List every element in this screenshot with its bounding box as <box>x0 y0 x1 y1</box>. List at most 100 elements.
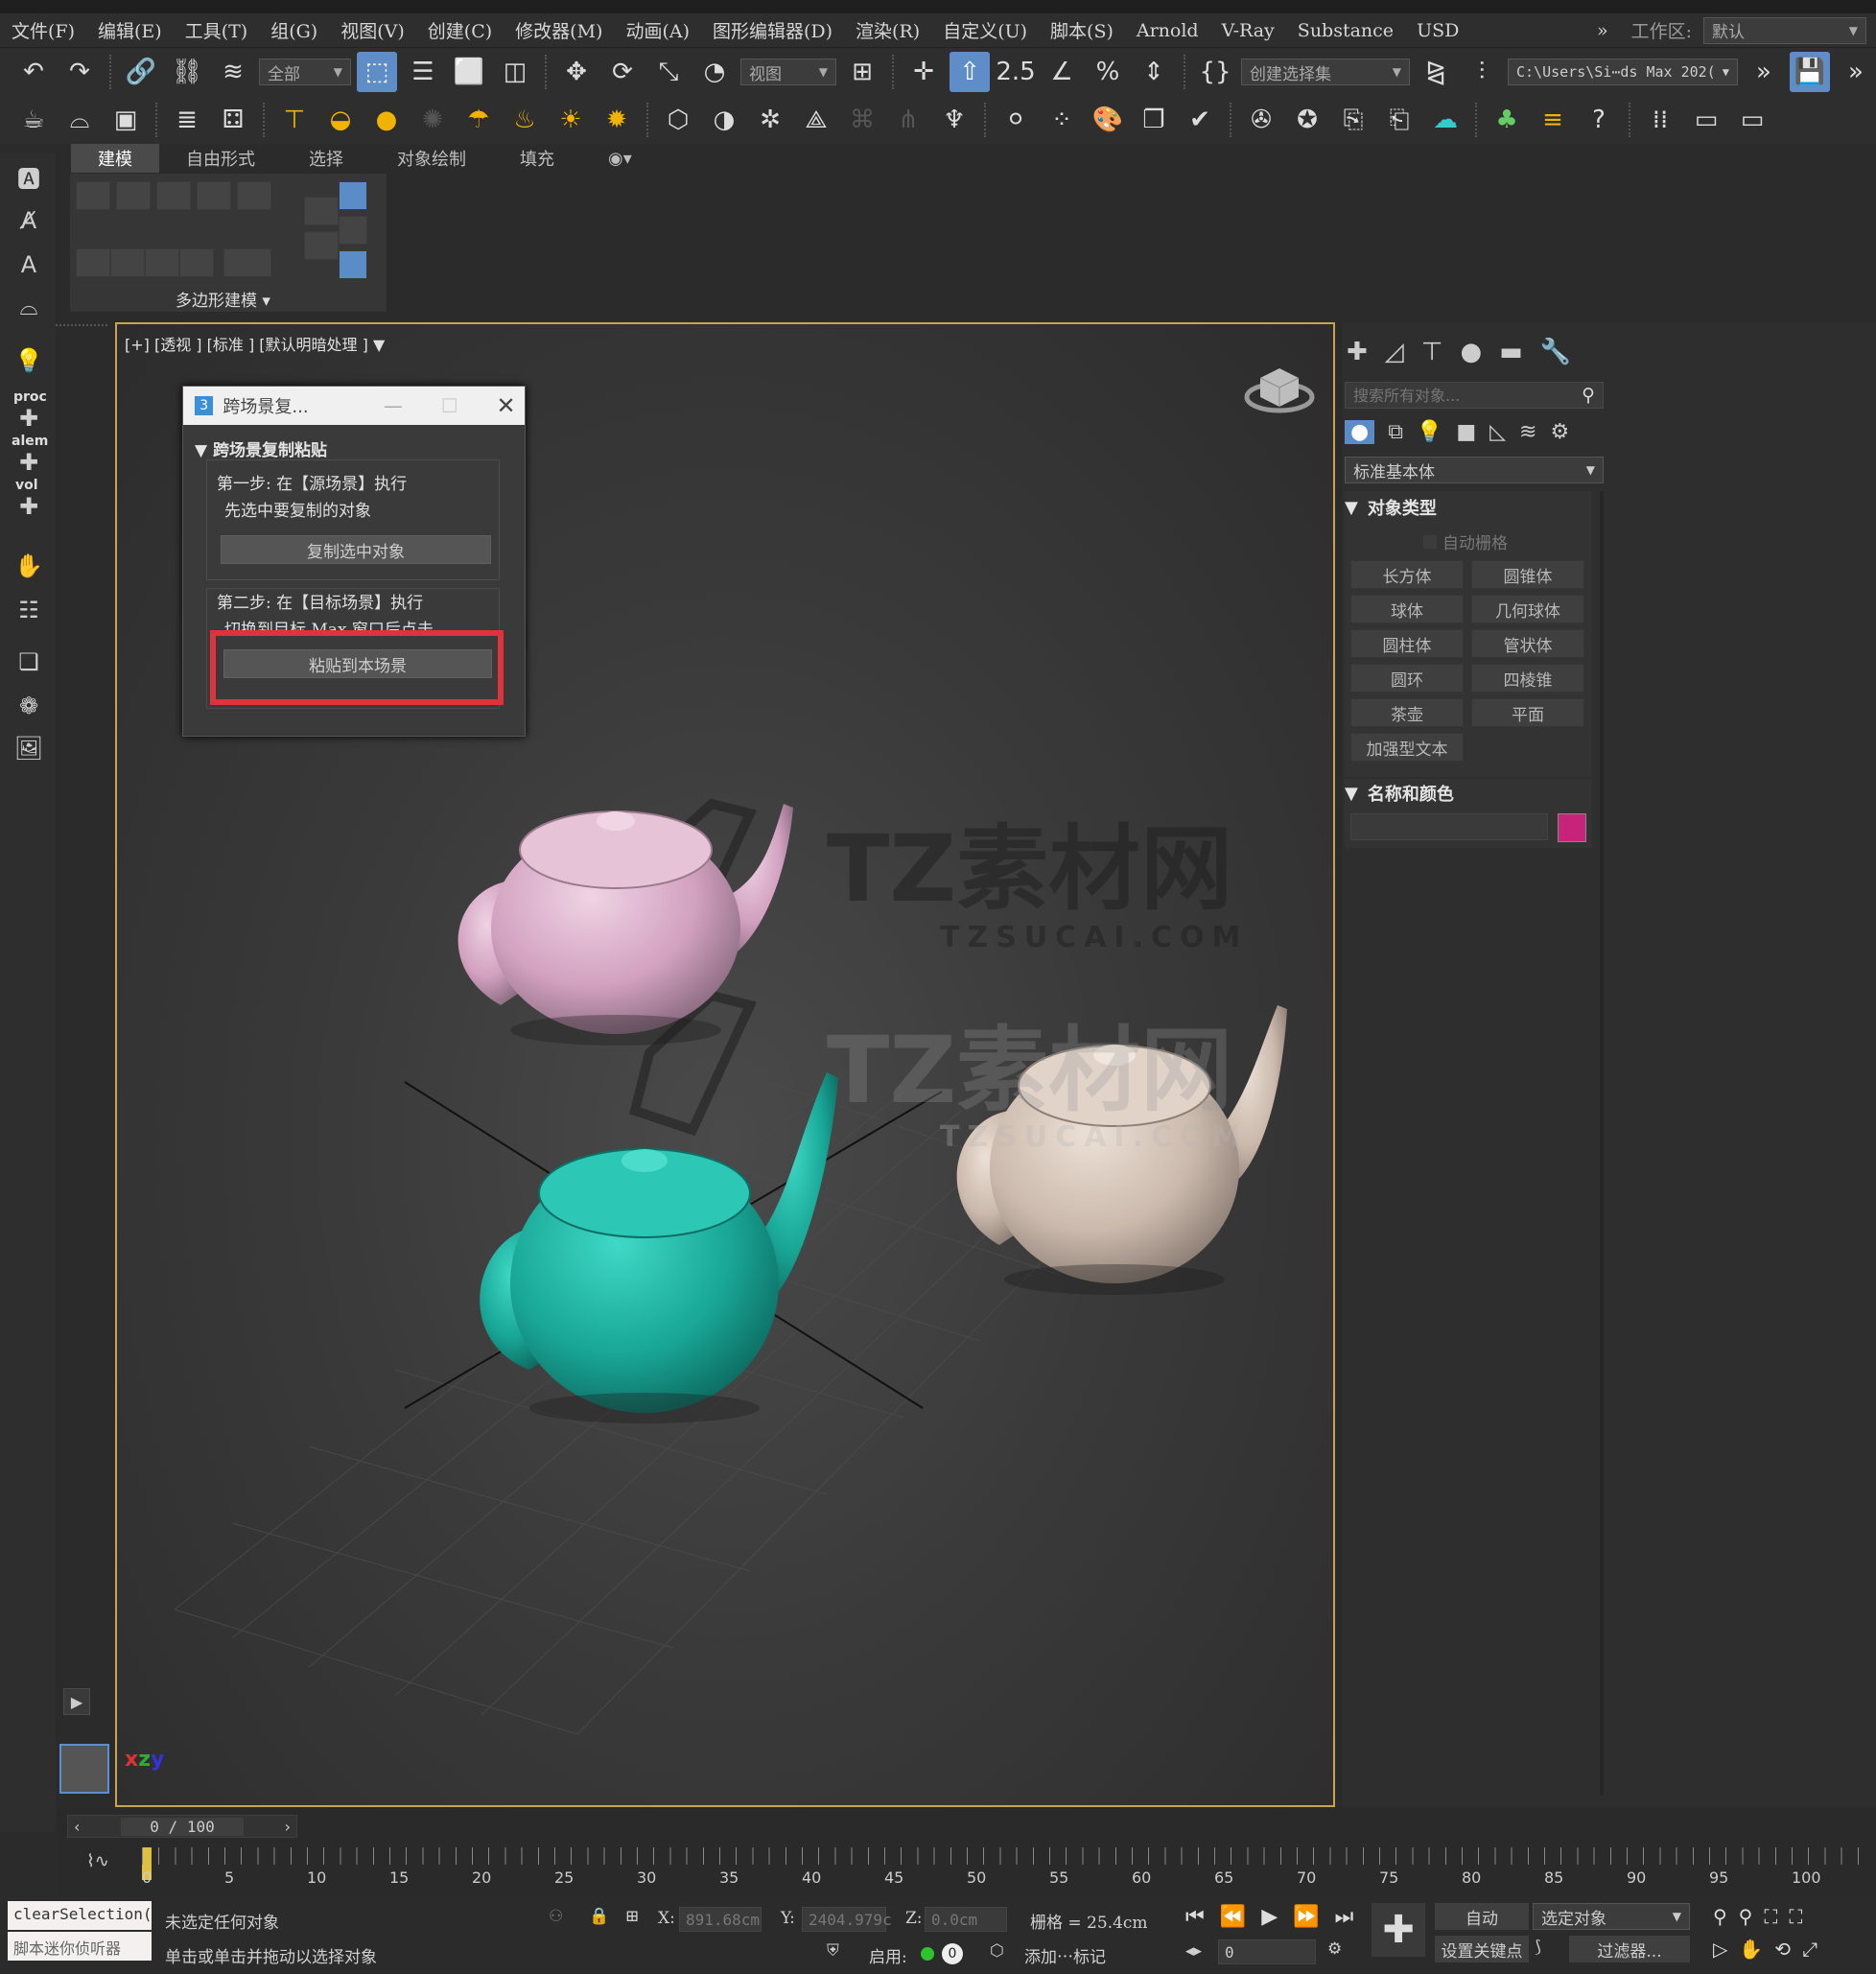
current-frame-field[interactable]: 0 <box>1218 1939 1316 1964</box>
ribbon-pin-icon[interactable] <box>339 250 367 279</box>
menu-animation[interactable]: 动画(A) <box>614 17 701 43</box>
toolbar-overflow-icon[interactable]: » <box>1744 52 1784 92</box>
lock-icon[interactable]: 🔒 <box>589 1907 609 1926</box>
geometry-category-icon[interactable]: ● <box>1345 420 1375 444</box>
geometry-icon[interactable]: ⬡ <box>658 100 698 140</box>
play-icon[interactable]: ▶ <box>1261 1905 1278 1929</box>
teapot-button[interactable]: 茶壶 <box>1350 698 1464 727</box>
zoom-all-icon[interactable]: ⚲ <box>1739 1905 1753 1928</box>
search-field[interactable]: ⚲ <box>1345 382 1604 409</box>
expand-arrow-icon[interactable]: ▶ <box>63 1688 90 1715</box>
tab-object-paint[interactable]: 对象绘制 <box>370 144 493 173</box>
category-select[interactable]: 标准基本体 ▼ <box>1345 457 1604 483</box>
zoom-extents-all-icon[interactable]: ⛶ <box>1789 1905 1802 1928</box>
palette-icon[interactable]: 🎨 <box>1088 100 1128 140</box>
align-icon[interactable]: ⫶ <box>1462 52 1502 92</box>
pyramid-button[interactable]: 四棱锥 <box>1471 664 1584 693</box>
wrap-icon[interactable]: ⌓ <box>59 100 100 140</box>
fur-icon[interactable]: ◑ <box>704 100 744 140</box>
selection-filter-select[interactable]: 全部 ▼ <box>259 59 351 85</box>
rotate-icon[interactable]: ⟳ <box>602 52 643 92</box>
forest-icon[interactable]: ♣ <box>1487 100 1527 140</box>
material-editor-icon[interactable]: ⁘ <box>1042 100 1082 140</box>
menu-tools[interactable]: 工具(T) <box>174 17 260 43</box>
window-crossing-icon[interactable]: ◫ <box>495 52 535 92</box>
maximize-viewport-icon[interactable]: ⤢ <box>1802 1938 1817 1961</box>
object-name-input[interactable] <box>1350 813 1548 840</box>
ribbon-edge-icon[interactable] <box>116 181 151 210</box>
ribbon-polygon-icon[interactable] <box>197 181 231 210</box>
select-object-icon[interactable]: ⬚ <box>357 52 397 92</box>
search-input[interactable] <box>1346 386 1583 405</box>
key-selection-select[interactable]: 选定对象 ▼ <box>1533 1903 1690 1930</box>
text-plus-button[interactable]: 加强型文本 <box>1350 733 1464 762</box>
enable-status-dot[interactable] <box>921 1947 934 1961</box>
render-iterative-icon[interactable]: ⎗ <box>1379 100 1419 140</box>
spinner-snap-icon[interactable]: ⇕ <box>1134 52 1174 92</box>
move-icon[interactable]: ✥ <box>556 52 597 92</box>
sun-sky-icon[interactable]: ✹ <box>597 100 637 140</box>
unlink-icon[interactable]: ⛓ <box>167 52 207 92</box>
y-coordinate-field[interactable]: 2404.979c <box>802 1907 892 1932</box>
key-mode-icon[interactable]: ⟆ <box>1535 1938 1541 1957</box>
help-icon[interactable]: ? <box>1579 100 1619 140</box>
menu-substance[interactable]: Substance <box>1286 20 1405 41</box>
snap-toggle-icon[interactable]: 2.5 <box>996 52 1036 92</box>
time-configuration-icon[interactable]: ⚙ <box>1327 1939 1342 1959</box>
menu-views[interactable]: 视图(V) <box>329 17 416 43</box>
text-a-apply-icon[interactable]: A <box>10 246 48 284</box>
save-icon[interactable]: 💾 <box>1790 52 1830 92</box>
geosphere-button[interactable]: 几何球体 <box>1471 595 1584 623</box>
menu-arnold[interactable]: Arnold <box>1125 20 1210 41</box>
dot-grid-icon[interactable]: ⁞⁞ <box>1640 100 1680 140</box>
render-frame-icon[interactable]: ✪ <box>1287 100 1327 140</box>
scale-icon[interactable]: ⤡ <box>648 52 689 92</box>
minimize-icon[interactable]: — <box>374 394 411 417</box>
plane-icon[interactable]: ⟁ <box>796 100 836 140</box>
balloon-icon[interactable]: ❁ <box>10 687 48 725</box>
ribbon-vertex-icon[interactable] <box>76 181 110 210</box>
systems-category-icon[interactable]: ⚙ <box>1550 420 1569 444</box>
rollout-header[interactable]: ▼ 跨场景复制粘贴 <box>195 436 327 460</box>
field-of-view-icon[interactable]: ▷ <box>1713 1938 1727 1961</box>
menu-rendering[interactable]: 渲染(R) <box>844 17 931 43</box>
modify-tab-icon[interactable]: ◿ <box>1385 338 1404 366</box>
time-config-arrows-icon[interactable]: ◂▸ <box>1185 1941 1202 1961</box>
spotlight-icon[interactable]: ⊤ <box>274 100 315 140</box>
utilities-tab-icon[interactable]: 🔧 <box>1540 338 1571 366</box>
display-tab-icon[interactable]: ▬ <box>1499 338 1523 366</box>
menu-scripting[interactable]: 脚本(S) <box>1039 17 1125 43</box>
command-panel-scrollbar[interactable] <box>1600 491 1604 1796</box>
sun-icon[interactable]: ☀ <box>551 100 591 140</box>
ribbon-panel-title[interactable]: 多边形建模 ▾ <box>176 287 270 311</box>
bind-space-warp-icon[interactable]: ≋ <box>213 52 253 92</box>
maxscript-listener-input[interactable]: clearSelection( <box>8 1901 152 1930</box>
isolate-icon[interactable]: ⚇ <box>549 1907 563 1926</box>
ribbon-tool-1-icon[interactable] <box>76 248 110 277</box>
umbrella-light-icon[interactable]: ☂ <box>458 100 499 140</box>
vray-logo-icon[interactable]: ✔ <box>1180 100 1220 140</box>
cone-button[interactable]: 圆锥体 <box>1471 560 1584 589</box>
go-to-start-icon[interactable]: ⏮ <box>1185 1905 1205 1929</box>
undo-icon[interactable]: ↶ <box>13 52 54 92</box>
text-a-edit-icon[interactable]: A̸ <box>10 201 48 240</box>
previous-frame-icon[interactable]: ⏪ <box>1220 1905 1246 1929</box>
ribbon-stack-icon[interactable] <box>304 197 339 225</box>
copy-selected-button[interactable]: 复制选中对象 <box>221 535 491 564</box>
menu-create[interactable]: 创建(C) <box>416 17 504 43</box>
select-by-name-icon[interactable]: ☰ <box>403 52 443 92</box>
key-filters-button[interactable]: 过滤器... <box>1569 1936 1690 1962</box>
autogrid-checkbox[interactable]: 自动栅格 <box>1423 529 1508 553</box>
pan-icon[interactable]: ✋ <box>1739 1938 1763 1961</box>
ruler-icon[interactable]: ▭ <box>1686 100 1726 140</box>
project-path-select[interactable]: C:\Users\Si⋯ds Max 202(▼ <box>1508 59 1738 85</box>
image-icon[interactable]: 🖼 <box>10 729 48 767</box>
ribbon-modify-icon[interactable] <box>339 181 367 210</box>
ribbon-tool-5-icon[interactable] <box>223 248 271 277</box>
next-frame-icon[interactable]: ⏩ <box>1293 1905 1319 1929</box>
zoom-extents-icon[interactable]: ⛶ <box>1764 1905 1777 1928</box>
scene-explorer-icon[interactable]: ⚃ <box>213 100 253 140</box>
menu-graph-editors[interactable]: 图形编辑器(D) <box>701 17 844 43</box>
material-sphere-icon[interactable]: ⚪ <box>996 100 1036 140</box>
menu-group[interactable]: 组(G) <box>259 17 329 43</box>
